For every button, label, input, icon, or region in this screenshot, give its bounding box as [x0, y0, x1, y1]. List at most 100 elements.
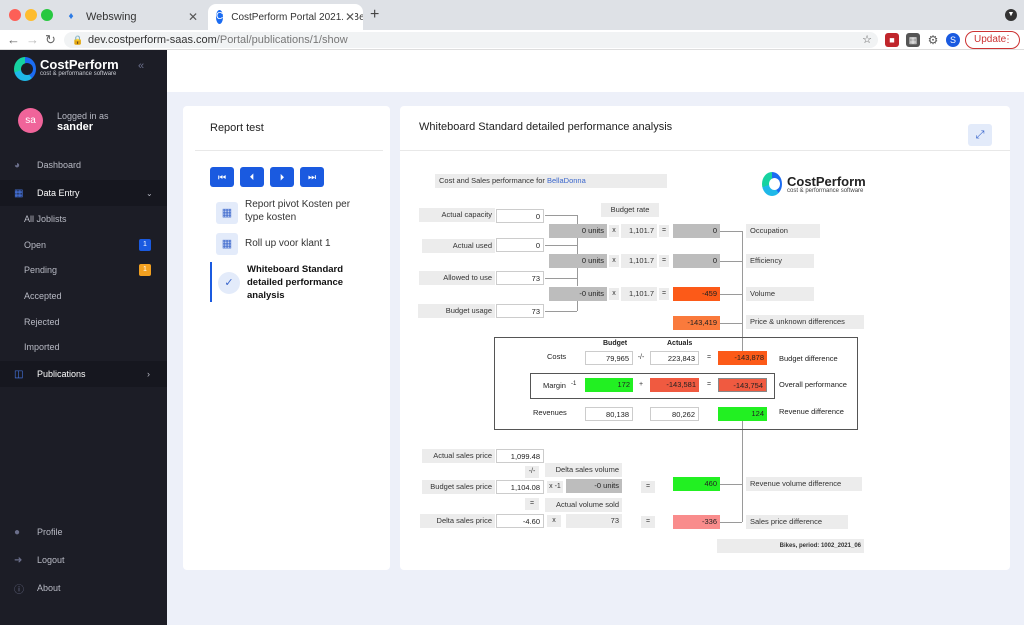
previous-page-button[interactable]: ⏴ — [240, 167, 264, 187]
multiply-op: x — [609, 255, 619, 267]
bookmark-star-icon[interactable]: ☆ — [862, 32, 872, 48]
forward-arrow-icon[interactable]: → — [26, 32, 39, 47]
plus-op: + — [638, 381, 644, 388]
last-page-button[interactable]: ⏭ — [300, 167, 324, 187]
budget-sales-price-value: 1,104.08 — [496, 480, 544, 494]
report-logo-tagline: cost & performance software — [787, 188, 864, 194]
header-text: Cost and Sales performance for — [439, 176, 545, 185]
sidebar-item-accepted[interactable]: Accepted — [0, 283, 167, 309]
multiply-op: x — [547, 515, 561, 527]
connector — [720, 484, 742, 485]
delta-sales-volume-label: Delta sales volume — [545, 463, 622, 477]
volume-label: Volume — [746, 287, 814, 301]
margin-actual-value: -143,581 — [650, 378, 699, 392]
sidebar: CostPerform cost & performance software … — [0, 50, 167, 625]
sales-price-label: Sales price difference — [746, 515, 848, 529]
connector — [720, 261, 742, 262]
sidebar-item-all-joblists[interactable]: All Joblists — [0, 206, 167, 232]
update-label: Update — [974, 34, 1007, 45]
tab-search-icon[interactable]: ▼ — [1005, 9, 1017, 21]
actual-sales-price-value: 1,099.48 — [496, 449, 544, 463]
revenue-volume-label: Revenue volume difference — [746, 477, 862, 491]
equals-op: = — [706, 354, 712, 361]
close-window-button[interactable] — [9, 9, 21, 21]
tab-webswing[interactable]: ♦ Webswing ✕ — [56, 4, 206, 30]
report-list-item[interactable]: ▦ Report pivot Kosten per type kosten — [210, 197, 360, 229]
report-panel-title: Report test — [210, 122, 264, 134]
user-icon: ● — [14, 526, 21, 538]
connector — [545, 278, 577, 279]
allowed-to-use-label: Allowed to use — [419, 271, 495, 285]
url-host: dev.costperform-saas.com — [88, 34, 217, 46]
efficiency-label: Efficiency — [746, 254, 814, 268]
sidebar-item-label: Profile — [37, 527, 63, 537]
sidebar-item-rejected[interactable]: Rejected — [0, 309, 167, 335]
connector — [720, 522, 742, 523]
sales-price-value: -336 — [673, 515, 720, 529]
report-logo-name: CostPerform — [787, 174, 866, 189]
sidebar-item-label: Pending — [24, 265, 58, 275]
report-list-item[interactable]: ▦ Roll up voor klant 1 — [210, 232, 360, 256]
minimize-window-button[interactable] — [25, 9, 37, 21]
extension-red-icon[interactable]: ■ — [885, 33, 899, 47]
price-unknown-label: Price & unknown differences — [746, 315, 864, 329]
sidebar-item-profile[interactable]: ● Profile — [0, 519, 167, 545]
budget-difference-value: -143,878 — [718, 351, 767, 365]
report-item-label: Whiteboard Standard detailed performance… — [247, 264, 344, 301]
extensions-puzzle-icon[interactable]: ⚙ — [926, 33, 940, 47]
first-page-button[interactable]: ⏮ — [210, 167, 234, 187]
tab-costperform[interactable]: C CostPerform Portal 2021.2 Bet ✕ — [208, 4, 363, 30]
top-bar — [167, 50, 1024, 92]
sidebar-item-open[interactable]: Open 1 — [0, 232, 167, 258]
extension-grid-icon[interactable]: ▦ — [906, 33, 920, 47]
chevron-right-icon: › — [147, 369, 150, 379]
margin-label: Margin — [543, 381, 566, 390]
logo-name: CostPerform — [40, 57, 119, 72]
expand-icon[interactable]: ⤢ — [968, 124, 992, 146]
sidebar-item-imported[interactable]: Imported — [0, 334, 167, 360]
sidebar-item-label: Open — [24, 240, 47, 250]
sidebar-item-dashboard[interactable]: ◕ Dashboard — [0, 152, 167, 178]
budget-sales-price-label: Budget sales price — [422, 480, 495, 494]
close-tab-icon[interactable]: ✕ — [342, 10, 355, 24]
actual-sales-price-label: Actual sales price — [422, 449, 495, 463]
profile-avatar[interactable]: S — [946, 33, 960, 47]
rate-row-1: 1,101.7 — [621, 224, 657, 238]
occupation-value: 0 — [673, 224, 720, 238]
equals-op: = — [641, 481, 655, 493]
equals-op: = — [641, 516, 655, 528]
actual-volume-sold-label: Actual volume sold — [545, 498, 622, 512]
delta-sales-price-label: Delta sales price — [420, 514, 495, 528]
report-list-item-active[interactable]: ✓ Whiteboard Standard detailed performan… — [210, 262, 360, 302]
equals-op: = — [659, 225, 669, 237]
chevron-down-icon: ⌄ — [146, 188, 153, 198]
sidebar-item-label: About — [37, 583, 61, 593]
footer-period: Bikes, period: 1002_2021_06 — [717, 539, 864, 553]
sidebar-item-data-entry[interactable]: ▦ Data Entry ⌄ — [0, 180, 167, 206]
costs-actual-value: 223,843 — [650, 351, 699, 365]
sidebar-item-logout[interactable]: ➜ Logout — [0, 547, 167, 573]
next-page-button[interactable]: ⏵ — [270, 167, 294, 187]
equals-op: = — [659, 288, 669, 300]
reload-icon[interactable]: ↻ — [45, 32, 56, 48]
sidebar-item-label: Imported — [24, 342, 60, 352]
close-tab-icon[interactable]: ✕ — [188, 10, 198, 24]
new-tab-button[interactable]: + — [370, 6, 379, 24]
connector — [742, 421, 743, 522]
budget-difference-label: Budget difference — [779, 354, 838, 363]
actual-used-value: 0 — [496, 238, 544, 252]
check-circle-icon: ✓ — [218, 272, 240, 294]
update-button[interactable]: Update ⋮ — [965, 31, 1020, 49]
maximize-window-button[interactable] — [41, 9, 53, 21]
sidebar-item-about[interactable]: ⓘ About — [0, 575, 167, 601]
back-arrow-icon[interactable]: ← — [7, 32, 20, 47]
logged-in-label: Logged in as — [57, 111, 109, 121]
sidebar-item-label: All Joblists — [24, 214, 67, 224]
actual-used-label: Actual used — [422, 239, 495, 253]
url-field[interactable]: 🔒 dev.costperform-saas.com/Portal/public… — [64, 32, 878, 48]
multiply-op: x — [609, 288, 619, 300]
sidebar-item-pending[interactable]: Pending 1 — [0, 257, 167, 283]
collapse-sidebar-icon[interactable]: « — [138, 60, 144, 72]
sidebar-item-label: Dashboard — [37, 160, 82, 170]
sidebar-item-publications[interactable]: ◫ Publications › — [0, 361, 167, 387]
